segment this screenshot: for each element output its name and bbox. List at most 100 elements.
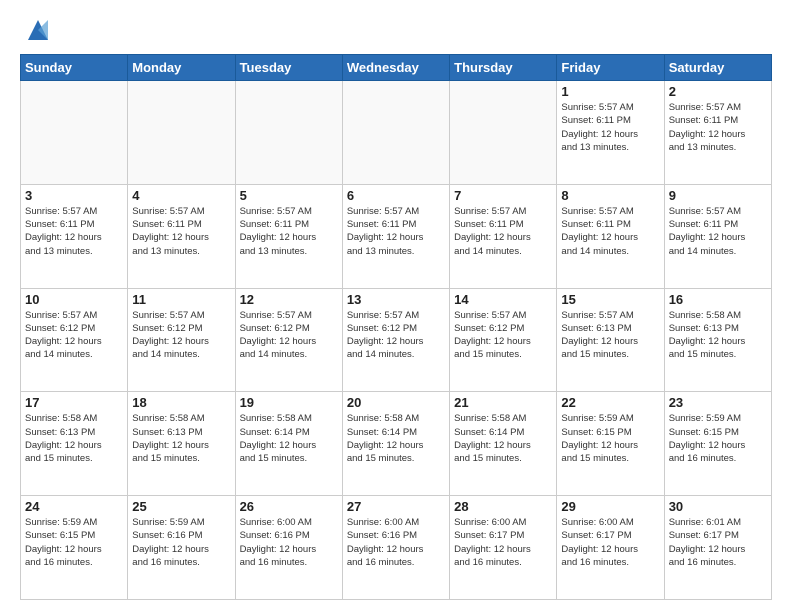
day-info: Sunrise: 5:57 AM Sunset: 6:12 PM Dayligh…: [454, 309, 552, 362]
day-number: 19: [240, 395, 338, 410]
calendar-cell: 21 Sunrise: 5:58 AM Sunset: 6:14 PM Dayli…: [450, 392, 557, 496]
calendar-cell: 9 Sunrise: 5:57 AM Sunset: 6:11 PM Daylig…: [664, 184, 771, 288]
day-info: Sunrise: 6:00 AM Sunset: 6:16 PM Dayligh…: [347, 516, 445, 569]
day-number: 25: [132, 499, 230, 514]
day-info: Sunrise: 6:00 AM Sunset: 6:17 PM Dayligh…: [454, 516, 552, 569]
calendar-cell: 20Sunrise: 5:58 AM Sunset: 6:14 PM Dayli…: [342, 392, 449, 496]
day-info: Sunrise: 5:58 AM Sunset: 6:14 PM Dayligh…: [454, 412, 552, 465]
day-number: 22: [561, 395, 659, 410]
day-number: 26: [240, 499, 338, 514]
day-info: Sunrise: 6:00 AM Sunset: 6:16 PM Dayligh…: [240, 516, 338, 569]
day-number: 2: [669, 84, 767, 99]
day-number: 28: [454, 499, 552, 514]
calendar-cell: 24Sunrise: 5:59 AM Sunset: 6:15 PM Dayli…: [21, 496, 128, 600]
day-number: 1: [561, 84, 659, 99]
day-info: Sunrise: 5:57 AM Sunset: 6:11 PM Dayligh…: [454, 205, 552, 258]
calendar-cell: 18 Sunrise: 5:58 AM Sunset: 6:13 PM Dayli…: [128, 392, 235, 496]
calendar-cell: 14 Sunrise: 5:57 AM Sunset: 6:12 PM Dayli…: [450, 288, 557, 392]
weekday-header-sunday: Sunday: [21, 55, 128, 81]
calendar-cell: 8 Sunrise: 5:57 AM Sunset: 6:11 PM Daylig…: [557, 184, 664, 288]
calendar-week-4: 17 Sunrise: 5:58 AM Sunset: 6:13 PM Dayli…: [21, 392, 772, 496]
day-info: Sunrise: 5:57 AM Sunset: 6:11 PM Dayligh…: [561, 101, 659, 154]
calendar-cell: 13 Sunrise: 5:57 AM Sunset: 6:12 PM Dayli…: [342, 288, 449, 392]
calendar-cell: 6Sunrise: 5:57 AM Sunset: 6:11 PM Daylig…: [342, 184, 449, 288]
calendar-cell: 12 Sunrise: 5:57 AM Sunset: 6:12 PM Dayli…: [235, 288, 342, 392]
calendar-week-3: 10Sunrise: 5:57 AM Sunset: 6:12 PM Dayli…: [21, 288, 772, 392]
day-number: 9: [669, 188, 767, 203]
calendar-cell: 2 Sunrise: 5:57 AM Sunset: 6:11 PM Daylig…: [664, 81, 771, 185]
day-info: Sunrise: 5:58 AM Sunset: 6:13 PM Dayligh…: [132, 412, 230, 465]
calendar-cell: 4 Sunrise: 5:57 AM Sunset: 6:11 PM Daylig…: [128, 184, 235, 288]
calendar-cell: 3 Sunrise: 5:57 AM Sunset: 6:11 PM Daylig…: [21, 184, 128, 288]
calendar-cell: [128, 81, 235, 185]
day-info: Sunrise: 5:57 AM Sunset: 6:12 PM Dayligh…: [132, 309, 230, 362]
calendar-week-1: 1 Sunrise: 5:57 AM Sunset: 6:11 PM Daylig…: [21, 81, 772, 185]
day-info: Sunrise: 5:57 AM Sunset: 6:11 PM Dayligh…: [669, 205, 767, 258]
day-number: 8: [561, 188, 659, 203]
calendar-cell: 27 Sunrise: 6:00 AM Sunset: 6:16 PM Dayli…: [342, 496, 449, 600]
weekday-header-friday: Friday: [557, 55, 664, 81]
day-number: 24: [25, 499, 123, 514]
day-info: Sunrise: 5:58 AM Sunset: 6:13 PM Dayligh…: [25, 412, 123, 465]
day-info: Sunrise: 5:57 AM Sunset: 6:11 PM Dayligh…: [561, 205, 659, 258]
calendar-cell: [342, 81, 449, 185]
calendar-cell: 10Sunrise: 5:57 AM Sunset: 6:12 PM Dayli…: [21, 288, 128, 392]
day-number: 23: [669, 395, 767, 410]
page: SundayMondayTuesdayWednesdayThursdayFrid…: [0, 0, 792, 612]
day-info: Sunrise: 5:57 AM Sunset: 6:11 PM Dayligh…: [240, 205, 338, 258]
day-number: 17: [25, 395, 123, 410]
day-number: 11: [132, 292, 230, 307]
day-number: 5: [240, 188, 338, 203]
day-number: 29: [561, 499, 659, 514]
calendar-cell: 1 Sunrise: 5:57 AM Sunset: 6:11 PM Daylig…: [557, 81, 664, 185]
day-number: 18: [132, 395, 230, 410]
weekday-header-tuesday: Tuesday: [235, 55, 342, 81]
day-info: Sunrise: 5:57 AM Sunset: 6:11 PM Dayligh…: [132, 205, 230, 258]
calendar-cell: 29 Sunrise: 6:00 AM Sunset: 6:17 PM Dayli…: [557, 496, 664, 600]
day-number: 3: [25, 188, 123, 203]
calendar-cell: 15Sunrise: 5:57 AM Sunset: 6:13 PM Dayli…: [557, 288, 664, 392]
day-number: 12: [240, 292, 338, 307]
calendar-cell: 26 Sunrise: 6:00 AM Sunset: 6:16 PM Dayli…: [235, 496, 342, 600]
calendar-cell: [235, 81, 342, 185]
day-info: Sunrise: 5:57 AM Sunset: 6:11 PM Dayligh…: [347, 205, 445, 258]
day-info: Sunrise: 5:58 AM Sunset: 6:13 PM Dayligh…: [669, 309, 767, 362]
weekday-header-thursday: Thursday: [450, 55, 557, 81]
calendar-week-2: 3 Sunrise: 5:57 AM Sunset: 6:11 PM Daylig…: [21, 184, 772, 288]
day-number: 13: [347, 292, 445, 307]
calendar-cell: 30 Sunrise: 6:01 AM Sunset: 6:17 PM Dayli…: [664, 496, 771, 600]
day-info: Sunrise: 6:00 AM Sunset: 6:17 PM Dayligh…: [561, 516, 659, 569]
calendar-cell: 28 Sunrise: 6:00 AM Sunset: 6:17 PM Dayli…: [450, 496, 557, 600]
weekday-header-wednesday: Wednesday: [342, 55, 449, 81]
header: [20, 16, 772, 44]
calendar-cell: 17 Sunrise: 5:58 AM Sunset: 6:13 PM Dayli…: [21, 392, 128, 496]
day-info: Sunrise: 5:57 AM Sunset: 6:11 PM Dayligh…: [669, 101, 767, 154]
day-info: Sunrise: 5:57 AM Sunset: 6:12 PM Dayligh…: [240, 309, 338, 362]
calendar-cell: 19Sunrise: 5:58 AM Sunset: 6:14 PM Dayli…: [235, 392, 342, 496]
logo-icon: [24, 16, 52, 44]
day-info: Sunrise: 5:59 AM Sunset: 6:15 PM Dayligh…: [561, 412, 659, 465]
calendar-cell: [21, 81, 128, 185]
day-number: 7: [454, 188, 552, 203]
day-info: Sunrise: 6:01 AM Sunset: 6:17 PM Dayligh…: [669, 516, 767, 569]
weekday-header-saturday: Saturday: [664, 55, 771, 81]
day-number: 27: [347, 499, 445, 514]
day-number: 14: [454, 292, 552, 307]
calendar-cell: 25Sunrise: 5:59 AM Sunset: 6:16 PM Dayli…: [128, 496, 235, 600]
calendar-cell: 22 Sunrise: 5:59 AM Sunset: 6:15 PM Dayli…: [557, 392, 664, 496]
calendar-week-5: 24Sunrise: 5:59 AM Sunset: 6:15 PM Dayli…: [21, 496, 772, 600]
day-info: Sunrise: 5:58 AM Sunset: 6:14 PM Dayligh…: [347, 412, 445, 465]
day-number: 21: [454, 395, 552, 410]
day-info: Sunrise: 5:57 AM Sunset: 6:11 PM Dayligh…: [25, 205, 123, 258]
calendar-cell: 23Sunrise: 5:59 AM Sunset: 6:15 PM Dayli…: [664, 392, 771, 496]
day-info: Sunrise: 5:57 AM Sunset: 6:12 PM Dayligh…: [347, 309, 445, 362]
logo: [20, 16, 52, 44]
calendar-cell: 5 Sunrise: 5:57 AM Sunset: 6:11 PM Daylig…: [235, 184, 342, 288]
day-number: 15: [561, 292, 659, 307]
calendar-cell: 7 Sunrise: 5:57 AM Sunset: 6:11 PM Daylig…: [450, 184, 557, 288]
day-number: 30: [669, 499, 767, 514]
calendar-cell: 11 Sunrise: 5:57 AM Sunset: 6:12 PM Dayli…: [128, 288, 235, 392]
day-number: 4: [132, 188, 230, 203]
weekday-header-monday: Monday: [128, 55, 235, 81]
calendar-header-row: SundayMondayTuesdayWednesdayThursdayFrid…: [21, 55, 772, 81]
